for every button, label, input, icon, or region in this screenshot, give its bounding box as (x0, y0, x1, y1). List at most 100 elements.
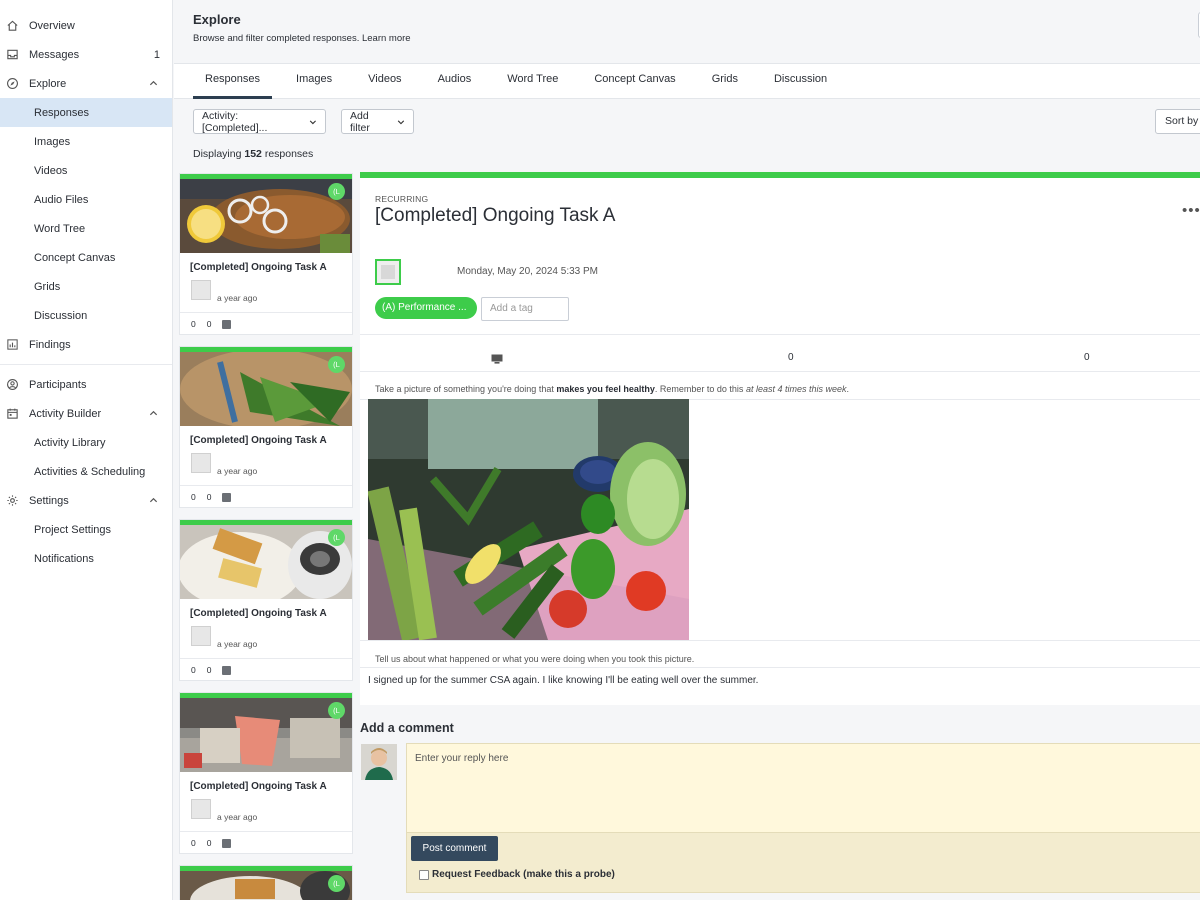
messages-count-badge: 1 (153, 49, 160, 61)
tag-chip[interactable]: (A) Performance ... (375, 297, 477, 319)
card-title[interactable]: [Completed] Ongoing Task A (190, 435, 327, 446)
response-card[interactable]: (L (180, 866, 352, 900)
response-card[interactable]: (L [Completed] Ongoing Task A a year ago… (180, 174, 352, 334)
bookmark-icon[interactable] (222, 838, 232, 848)
response-answer: I signed up for the summer CSA again. I … (368, 675, 759, 686)
page-title: Explore (193, 12, 241, 27)
sidebar-item-settings[interactable]: Settings (0, 486, 172, 515)
avatar[interactable] (375, 259, 401, 285)
sidebar-item-project-settings[interactable]: Project Settings (0, 515, 172, 544)
card-stat-a: 0 (191, 665, 196, 675)
card-title[interactable]: [Completed] Ongoing Task A (190, 608, 327, 619)
sidebar-item-concept-canvas[interactable]: Concept Canvas (0, 243, 172, 272)
sidebar-item-label: Discussion (34, 309, 88, 322)
tab-discussion[interactable]: Discussion (762, 64, 839, 99)
sidebar-item-word-tree[interactable]: Word Tree (0, 214, 172, 243)
response-thumbnail (180, 179, 352, 253)
question-prompt: Take a picture of something you're doing… (375, 384, 849, 394)
learn-more-link[interactable]: Learn more (362, 33, 411, 44)
card-title[interactable]: [Completed] Ongoing Task A (190, 781, 327, 792)
add-tag-input[interactable]: Add a tag (481, 297, 569, 321)
card-stats: 0 0 (191, 665, 232, 675)
tab-responses[interactable]: Responses (193, 64, 273, 99)
card-stat-a: 0 (191, 492, 196, 502)
divider (360, 334, 1200, 335)
card-status-badge: (L (328, 183, 345, 200)
tab-videos[interactable]: Videos (356, 64, 413, 99)
request-feedback-checkbox[interactable] (419, 869, 429, 880)
sidebar-item-label: Notifications (34, 552, 94, 565)
response-photo[interactable] (368, 399, 689, 640)
chevron-up-icon[interactable] (149, 409, 158, 418)
bookmark-icon[interactable] (222, 665, 232, 675)
sidebar-item-participants[interactable]: Participants (0, 370, 172, 399)
chevron-up-icon[interactable] (149, 496, 158, 505)
prompt-text: Take a picture of something you're doing… (375, 384, 554, 394)
sidebar-item-responses[interactable]: Responses (0, 98, 172, 127)
response-card[interactable]: (L [Completed] Ongoing Task A a year ago… (180, 347, 352, 507)
page-header: Explore Browse and filter completed resp… (174, 0, 1200, 64)
sidebar-item-label: Images (34, 135, 71, 148)
card-divider (180, 831, 352, 832)
card-stat-b: 0 (206, 319, 212, 329)
chevron-up-icon[interactable] (149, 79, 158, 88)
bookmark-icon[interactable] (222, 492, 232, 502)
add-filter-button[interactable]: Add filter (341, 109, 414, 134)
more-options-icon[interactable]: ••• (1182, 202, 1200, 219)
explore-tabs: Responses Images Videos Audios Word Tree… (174, 64, 1200, 99)
card-divider (180, 658, 352, 659)
activity-filter-label: Activity: [Completed]... (202, 109, 268, 134)
sort-by-dropdown[interactable]: Sort by (1155, 109, 1200, 134)
card-stats: 0 0 (191, 319, 232, 329)
tab-concept-canvas[interactable]: Concept Canvas (582, 64, 687, 99)
card-status-badge: (L (328, 875, 345, 892)
prompt-bold-text: makes you feel healthy (556, 384, 655, 394)
results-count: Displaying 152 responses (193, 148, 313, 160)
bookmark-icon[interactable] (222, 319, 232, 329)
sidebar-item-label: Activity Library (34, 436, 106, 449)
activity-filter-dropdown[interactable]: Activity: [Completed]... (193, 109, 326, 134)
sidebar-item-label: Explore (29, 77, 67, 90)
calendar-icon (7, 408, 18, 419)
sidebar-item-discussion[interactable]: Discussion (0, 301, 172, 330)
comment-input[interactable]: Enter your reply here (406, 743, 1200, 833)
tab-grids[interactable]: Grids (700, 64, 750, 99)
response-card[interactable]: (L [Completed] Ongoing Task A a year ago… (180, 693, 352, 853)
prompt-italic-text: at least 4 times this week (745, 384, 847, 394)
request-feedback-option[interactable]: Request Feedback (make this a probe) (419, 869, 615, 880)
sidebar-item-findings[interactable]: Findings (0, 330, 172, 359)
sidebar-item-grids[interactable]: Grids (0, 272, 172, 301)
request-feedback-label: Request Feedback (make this a probe) (432, 869, 615, 880)
results-count-suffix: responses (264, 148, 314, 160)
chevron-down-icon (397, 119, 405, 124)
response-thumbnail (180, 698, 352, 772)
response-card[interactable]: (L [Completed] Ongoing Task A a year ago… (180, 520, 352, 680)
tab-images[interactable]: Images (284, 64, 344, 99)
sidebar-item-activity-builder[interactable]: Activity Builder (0, 399, 172, 428)
avatar (191, 626, 211, 646)
home-icon (7, 20, 18, 31)
divider (360, 640, 1200, 641)
response-date: Monday, May 20, 2024 5:33 PM (457, 266, 599, 277)
card-stat-b: 0 (206, 665, 212, 675)
sidebar-item-images[interactable]: Images (0, 127, 172, 156)
sidebar-item-activities-scheduling[interactable]: Activities & Scheduling (0, 457, 172, 486)
sidebar-item-label: Videos (34, 164, 68, 177)
post-comment-button[interactable]: Post comment (411, 836, 498, 861)
add-comment-heading: Add a comment (360, 721, 454, 735)
sidebar-item-explore[interactable]: Explore (0, 69, 172, 98)
gear-icon (7, 495, 18, 506)
sidebar: Overview Messages 1 Explore Responses Im… (0, 0, 173, 900)
sidebar-item-audio-files[interactable]: Audio Files (0, 185, 172, 214)
sidebar-item-overview[interactable]: Overview (0, 11, 172, 40)
tab-audios[interactable]: Audios (426, 64, 484, 99)
sidebar-item-label: Audio Files (34, 193, 89, 206)
tab-word-tree[interactable]: Word Tree (495, 64, 570, 99)
card-title[interactable]: [Completed] Ongoing Task A (190, 262, 327, 273)
sidebar-item-videos[interactable]: Videos (0, 156, 172, 185)
sidebar-item-notifications[interactable]: Notifications (0, 544, 172, 573)
sidebar-item-messages[interactable]: Messages 1 (0, 40, 172, 69)
sidebar-item-activity-library[interactable]: Activity Library (0, 428, 172, 457)
sidebar-item-label: Participants (29, 378, 87, 391)
card-status-badge: (L (328, 356, 345, 373)
